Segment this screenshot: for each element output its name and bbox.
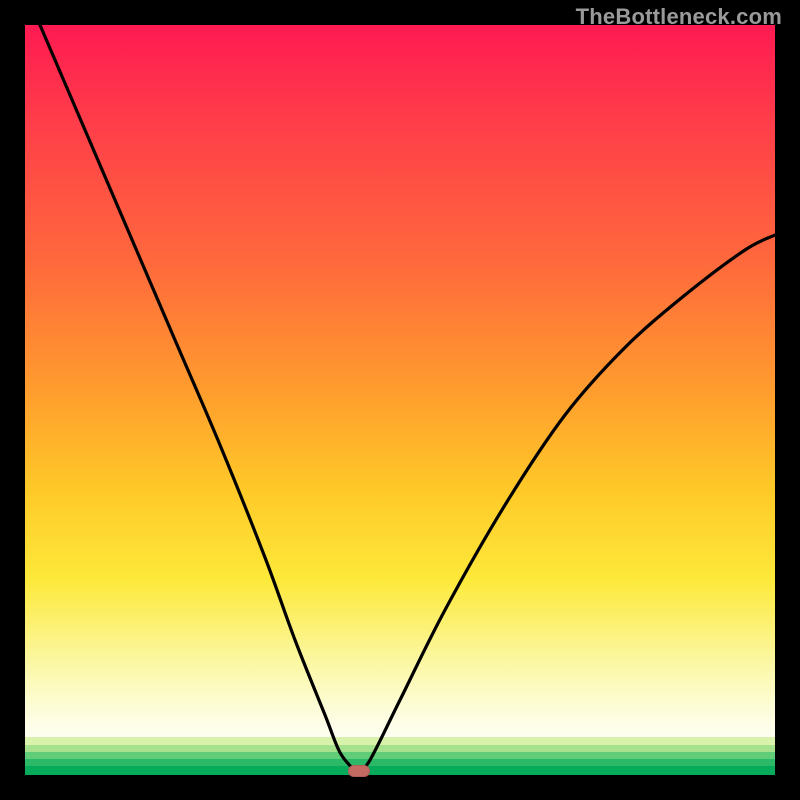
chart-frame: TheBottleneck.com [0, 0, 800, 800]
plot-area [25, 25, 775, 775]
bottleneck-curve [25, 25, 775, 775]
minimum-marker [348, 765, 370, 777]
